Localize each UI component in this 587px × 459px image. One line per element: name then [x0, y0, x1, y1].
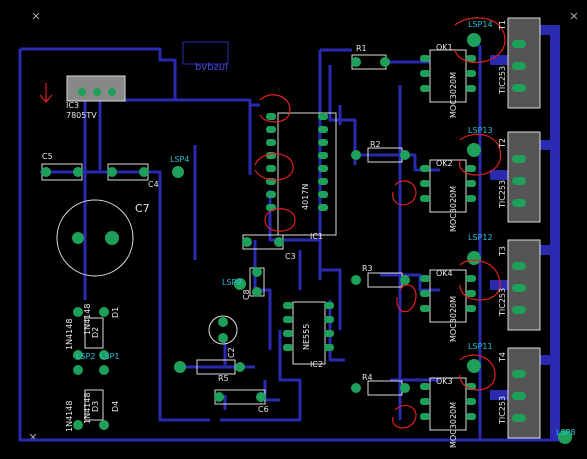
- lsp8-label: LSP8: [556, 428, 576, 437]
- ok3-part: MOC3020M: [449, 401, 458, 448]
- t3-label: T3: [498, 246, 507, 256]
- d-part-2: 1N4148: [83, 303, 92, 335]
- lsp14-label: LSP14: [468, 20, 493, 29]
- ok3-label: OK3: [436, 377, 453, 386]
- c7-label: C7: [135, 202, 150, 215]
- ok4-part: MOC3020M: [449, 295, 458, 342]
- ic2-label: IC2: [310, 360, 324, 369]
- ok1-part: MOC3020M: [449, 71, 458, 118]
- ok1-label: OK1: [436, 43, 453, 52]
- d-part-1: 1N4148: [65, 318, 74, 350]
- d2-label: D2: [91, 326, 100, 338]
- t3-part: TIC253: [498, 287, 507, 316]
- ok4-label: OK4: [436, 269, 453, 278]
- r4-label: R4: [362, 373, 373, 382]
- ic3-part: 7805TV: [66, 111, 97, 120]
- lsp12-label: LSP12: [468, 233, 493, 242]
- t1-part: TIC253: [498, 65, 507, 94]
- lsp9-label: LSP9: [222, 278, 242, 287]
- r2-label: R2: [370, 140, 381, 149]
- c3-label: C3: [285, 252, 296, 261]
- d-part-3: 1N4148: [65, 400, 74, 432]
- d3-label: D3: [91, 400, 100, 412]
- ic1-part: 4017N: [301, 183, 310, 210]
- t2-part: TIC253: [498, 179, 507, 208]
- c5-label: C5: [42, 152, 53, 161]
- r5-label: R5: [218, 374, 229, 383]
- t4-label: T4: [498, 352, 507, 362]
- lsp1-label: LSP1: [100, 352, 120, 361]
- c2-label: C2: [227, 347, 236, 358]
- t4-part: TIC253: [498, 395, 507, 424]
- lsp4-label: LSP4: [170, 155, 190, 164]
- d-part-4: 1N4148: [83, 392, 92, 424]
- d1-label: D1: [111, 306, 120, 318]
- lsp11-label: LSP11: [468, 342, 493, 351]
- d4-label: D4: [111, 400, 120, 412]
- lsp2-label: LSP2: [76, 352, 96, 361]
- ic2-part: NE555: [302, 323, 311, 350]
- t2-label: T2: [498, 138, 507, 148]
- c8-label: C8: [242, 289, 251, 300]
- lsp13-label: LSP13: [468, 126, 493, 135]
- r3-label: R3: [362, 264, 373, 273]
- ic1-label: IC1: [310, 232, 324, 241]
- ic3-label: IC3: [66, 101, 80, 110]
- ok2-part: MOC3020M: [449, 185, 458, 232]
- r1-label: R1: [356, 44, 367, 53]
- c6-label: C6: [258, 405, 269, 414]
- t1-label: T1: [498, 20, 507, 30]
- ok2-label: OK2: [436, 159, 453, 168]
- c4-label: C4: [148, 180, 159, 189]
- mirrored-text: lusdvd: [195, 62, 228, 73]
